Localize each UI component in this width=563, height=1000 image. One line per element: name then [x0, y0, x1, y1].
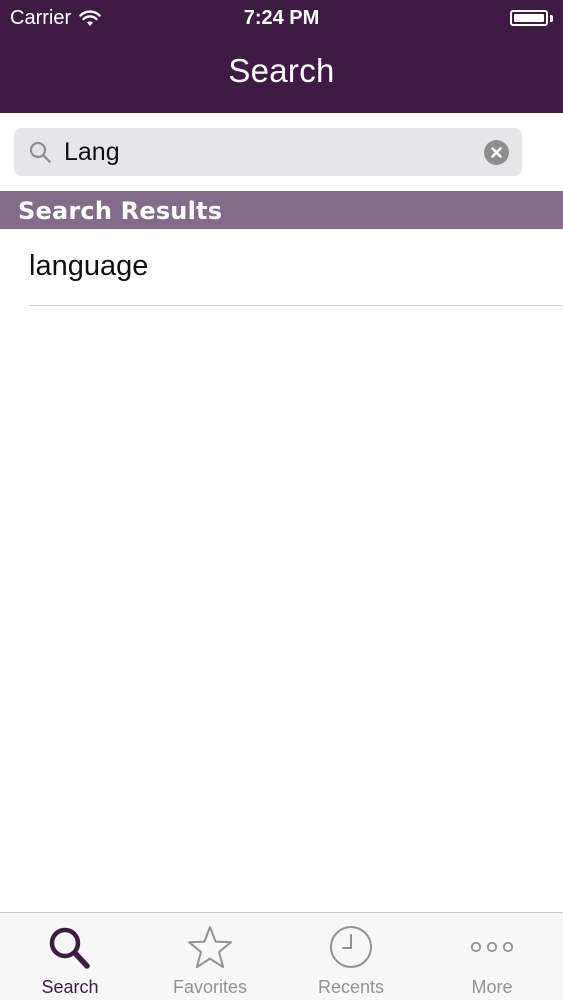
- star-icon: [185, 923, 235, 978]
- search-input[interactable]: [64, 128, 474, 176]
- clock-icon: [326, 923, 376, 978]
- battery-full-icon: [510, 10, 548, 26]
- tab-recents-label: Recents: [317, 977, 385, 997]
- search-results-header: Search Results: [0, 191, 563, 229]
- top-bar: Carrier 7:24 PM Search: [0, 0, 563, 113]
- page-title: Search: [228, 52, 335, 89]
- result-list-item[interactable]: language: [0, 230, 563, 306]
- battery-tip: [550, 15, 553, 22]
- tab-more-label: More: [471, 977, 513, 997]
- app-screen: Carrier 7:24 PM Search Lang Search Resul…: [0, 0, 563, 1000]
- tab-bar: Search Favorites Recents More: [0, 912, 563, 1000]
- tab-more[interactable]: More: [422, 913, 562, 1000]
- tab-search-label: Search: [41, 977, 99, 997]
- status-time: 7:24 PM: [243, 7, 320, 29]
- search-icon: [45, 923, 95, 978]
- more-dots-icon: [467, 923, 517, 978]
- battery-level: [514, 14, 544, 22]
- tab-favorites[interactable]: Favorites: [140, 913, 280, 1000]
- tab-search[interactable]: Search: [0, 913, 140, 1000]
- status-bar: Carrier 7:24 PM: [0, 0, 563, 38]
- clear-search-button[interactable]: [484, 140, 509, 165]
- row-divider: [29, 305, 563, 306]
- tab-favorites-label: Favorites: [172, 977, 248, 997]
- section-header-label: Search Results: [18, 197, 223, 225]
- result-item-label: language: [29, 250, 149, 282]
- search-bar[interactable]: [14, 128, 522, 176]
- magnifier-icon: [28, 140, 52, 164]
- tab-recents[interactable]: Recents: [281, 913, 421, 1000]
- clear-circle-icon: [491, 147, 502, 158]
